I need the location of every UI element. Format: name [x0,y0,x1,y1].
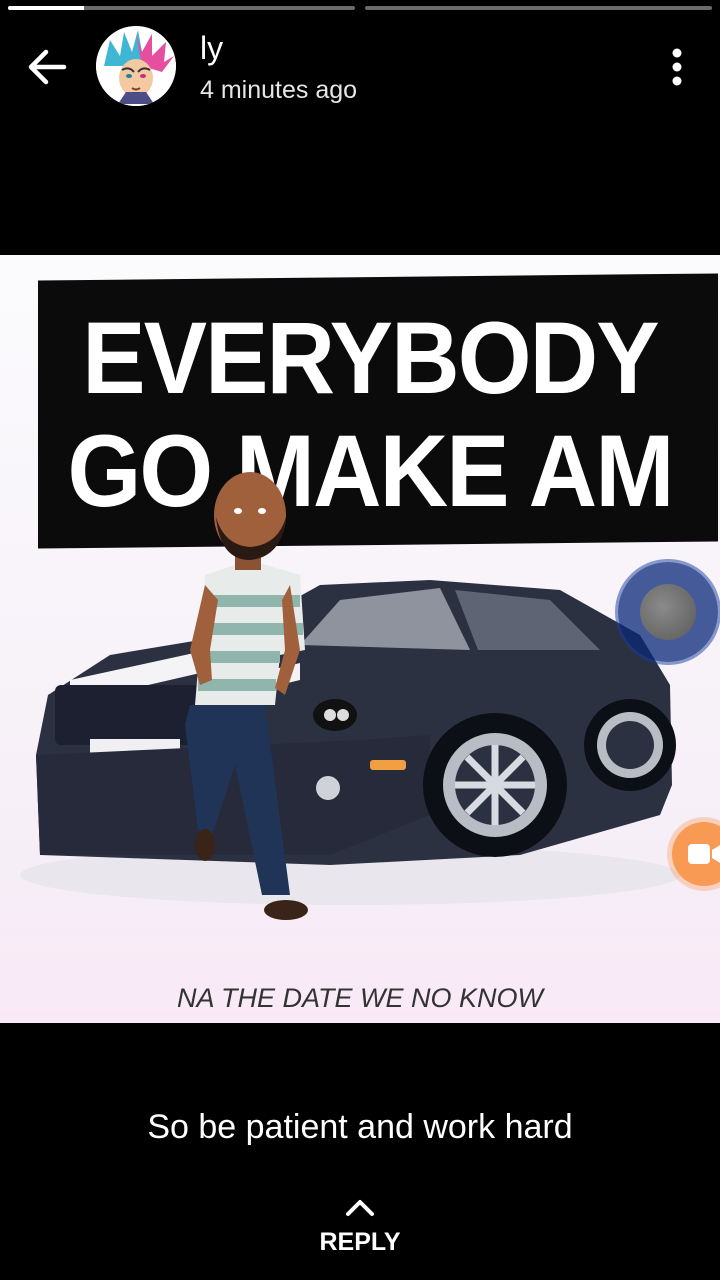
chevron-up-icon [346,1200,374,1216]
video-camera-icon [688,844,720,864]
video-call-button[interactable] [672,822,720,886]
timestamp: 4 minutes ago [200,76,358,104]
reply-button[interactable] [344,1196,376,1218]
progress-segment-1 [8,6,355,10]
story-image[interactable]: EVERYBODY GO MAKE AM NA THE DATE WE NO K… [0,255,720,1023]
arrow-left-icon [28,49,67,85]
progress-segment-2 [365,6,712,10]
user-name[interactable]: ly [200,30,223,67]
more-options-button[interactable] [662,46,692,88]
anime-avatar-icon [96,26,176,106]
car-and-man-illustration [20,472,680,920]
bubble-avatar [640,584,696,640]
avatar[interactable] [96,26,176,106]
progress-fill [8,6,85,10]
story-progress [8,6,712,10]
reply-label[interactable]: REPLY [0,1228,720,1257]
image-caption: NA THE DATE WE NO KNOW [176,983,543,1013]
back-button[interactable] [24,44,70,90]
story-caption: So be patient and work hard [147,1108,573,1146]
floating-chat-bubble[interactable] [618,562,718,662]
car-illustration [36,580,676,865]
more-vertical-icon [672,48,682,86]
